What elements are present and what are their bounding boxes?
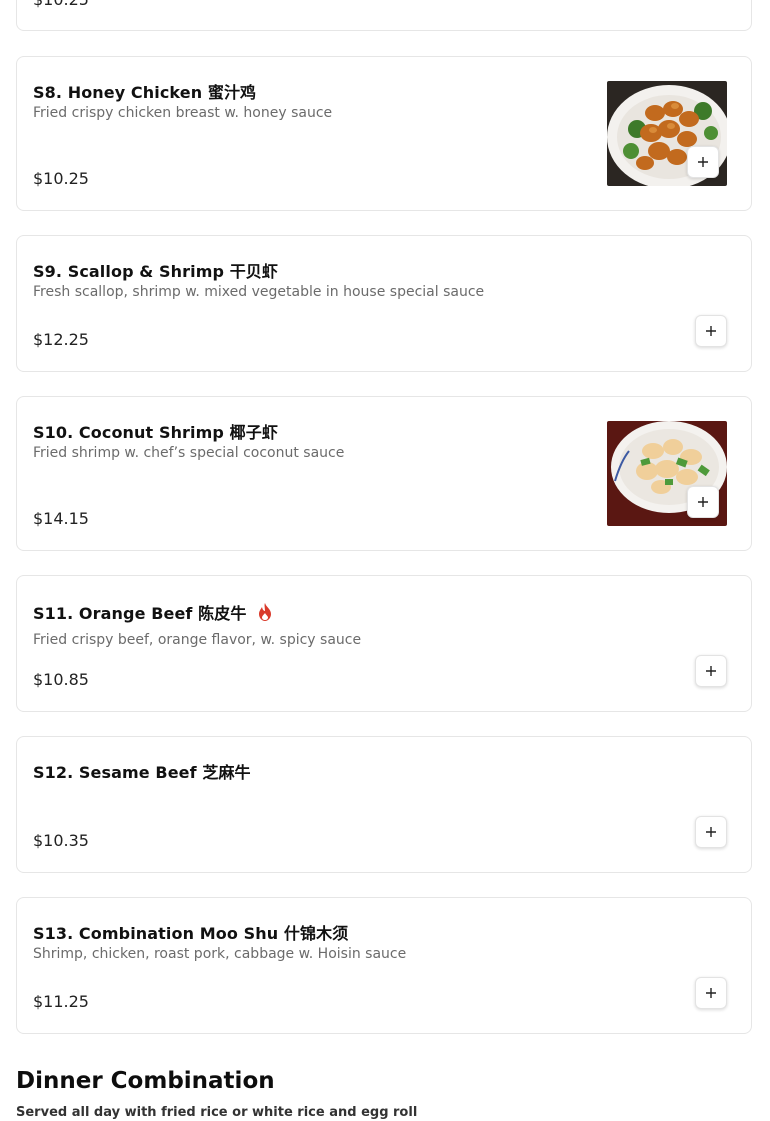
previous-item-photo bbox=[607, 1, 727, 8]
item-description: Fried crispy chicken breast w. honey sau… bbox=[33, 105, 333, 121]
add-to-cart-button[interactable] bbox=[687, 146, 719, 178]
item-price: $11.25 bbox=[33, 992, 89, 1011]
item-name-row: S11. Orange Beef 陈皮牛 bbox=[33, 600, 274, 624]
item-name: S9. Scallop & Shrimp 干贝虾 bbox=[33, 262, 279, 281]
plus-icon bbox=[706, 988, 716, 998]
plus-icon bbox=[706, 666, 716, 676]
menu-item-card[interactable]: S11. Orange Beef 陈皮牛 Fried crispy beef, … bbox=[16, 575, 752, 712]
menu-item-card[interactable]: S9. Scallop & Shrimp 干贝虾 Fresh scallop, … bbox=[16, 235, 752, 372]
item-description: Fresh scallop, shrimp w. mixed vegetable… bbox=[33, 284, 485, 300]
previous-item-price: $10.25 bbox=[33, 0, 89, 9]
section-title: Dinner Combination bbox=[16, 1068, 275, 1094]
add-to-cart-button[interactable] bbox=[695, 655, 727, 687]
item-price: $10.85 bbox=[33, 670, 89, 689]
item-description: Fried crispy beef, orange flavor, w. spi… bbox=[33, 632, 362, 648]
plus-icon bbox=[706, 326, 716, 336]
menu-item-card-previous[interactable] bbox=[16, 0, 752, 31]
item-description: Fried shrimp w. chef’s special coconut s… bbox=[33, 445, 345, 461]
item-name: S10. Coconut Shrimp 椰子虾 bbox=[33, 423, 278, 442]
plus-icon bbox=[698, 157, 708, 167]
menu-item-card[interactable]: S10. Coconut Shrimp 椰子虾 Fried shrimp w. … bbox=[16, 396, 752, 551]
item-price: $10.25 bbox=[33, 169, 89, 188]
item-name: S13. Combination Moo Shu 什锦木须 bbox=[33, 924, 349, 943]
item-description: Shrimp, chicken, roast pork, cabbage w. … bbox=[33, 946, 407, 962]
plus-icon bbox=[706, 827, 716, 837]
add-to-cart-button[interactable] bbox=[695, 977, 727, 1009]
add-to-cart-button[interactable] bbox=[695, 816, 727, 848]
item-name: S11. Orange Beef 陈皮牛 bbox=[33, 604, 247, 623]
spicy-flame-icon bbox=[259, 603, 272, 621]
section-subtitle: Served all day with fried rice or white … bbox=[16, 1105, 418, 1120]
menu-item-card[interactable]: S13. Combination Moo Shu 什锦木须 Shrimp, ch… bbox=[16, 897, 752, 1034]
plus-icon bbox=[698, 497, 708, 507]
item-price: $12.25 bbox=[33, 330, 89, 349]
add-to-cart-button[interactable] bbox=[695, 315, 727, 347]
add-to-cart-button[interactable] bbox=[687, 486, 719, 518]
item-price: $14.15 bbox=[33, 509, 89, 528]
menu-item-card[interactable]: S12. Sesame Beef 芝麻牛 $10.35 bbox=[16, 736, 752, 873]
item-name: S8. Honey Chicken 蜜汁鸡 bbox=[33, 83, 257, 102]
menu-item-card[interactable]: S8. Honey Chicken 蜜汁鸡 Fried crispy chick… bbox=[16, 56, 752, 211]
item-price: $10.35 bbox=[33, 831, 89, 850]
item-name: S12. Sesame Beef 芝麻牛 bbox=[33, 763, 251, 782]
